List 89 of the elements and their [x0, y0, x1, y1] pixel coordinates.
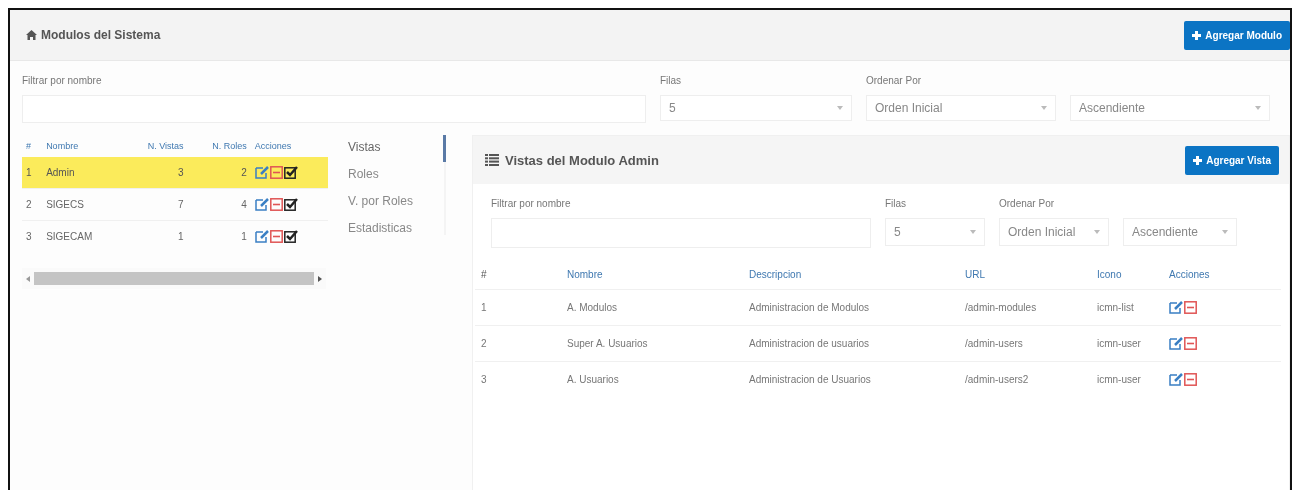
- remove-icon: [269, 198, 283, 211]
- table-cell: A. Modulos: [527, 289, 743, 326]
- table-cell: icmn-list: [1091, 289, 1163, 326]
- plus-icon: [1192, 30, 1202, 40]
- table-cell: SIGECAM: [42, 220, 123, 252]
- select-field[interactable]: 5: [660, 95, 852, 121]
- tab[interactable]: V. por Roles: [344, 189, 446, 216]
- column-header: Nombre: [527, 260, 743, 290]
- table-cell: icmn-user: [1091, 361, 1163, 397]
- column-header: URL: [925, 260, 1091, 290]
- add-button[interactable]: Agregar Vista: [1185, 145, 1279, 175]
- remove-icon: [269, 166, 283, 179]
- caret-icon: [1041, 106, 1047, 110]
- table-cell: Administracion de Modulos: [743, 289, 925, 326]
- table-cell: 3: [122, 157, 188, 189]
- select-field[interactable]: 5: [885, 218, 985, 246]
- select-field[interactable]: Orden Inicial: [866, 95, 1056, 121]
- tab[interactable]: Roles: [344, 162, 446, 189]
- table-cell: 2: [475, 325, 527, 362]
- table-cell: 2: [22, 188, 43, 221]
- field-label: Filas: [660, 75, 683, 87]
- field-label: Filtrar por nombre: [491, 198, 572, 210]
- table-cell: SIGECS: [42, 188, 123, 221]
- remove-icon: [1184, 337, 1197, 350]
- table-cell: 1: [122, 220, 188, 252]
- tab[interactable]: Vistas: [344, 135, 446, 162]
- select-field[interactable]: Ascendiente: [1123, 218, 1237, 246]
- table-cell: 3: [475, 361, 527, 397]
- column-header: Icono: [1091, 260, 1163, 290]
- remove-icon: [269, 230, 283, 243]
- table-cell: icmn-user: [1091, 325, 1163, 362]
- table-cell: 3: [22, 220, 43, 252]
- edit-icon: [254, 166, 269, 179]
- right-arrow-icon: [318, 275, 322, 282]
- table-cell: /admin-users2: [925, 361, 1091, 397]
- panel-title: Modulos del Sistema: [41, 28, 161, 42]
- edit-icon: [1169, 373, 1183, 386]
- table-row[interactable]: 3 SIGECAM 1 1: [22, 220, 328, 252]
- edit-icon: [254, 230, 269, 243]
- table-cell: /admin-users: [925, 325, 1091, 362]
- home-icon: [26, 30, 37, 40]
- panel-title: Vistas del Modulo Admin: [505, 152, 659, 168]
- scrollbar-thumb[interactable]: [34, 272, 314, 285]
- field-label: Ordenar Por: [866, 75, 923, 87]
- table-row[interactable]: 2 SIGECS 7 4: [22, 188, 328, 221]
- table-cell: 4: [187, 188, 251, 221]
- left-arrow-icon: [26, 275, 30, 282]
- caret-icon: [1094, 230, 1100, 234]
- table-cell: 1: [22, 157, 43, 189]
- edit-icon: [1169, 337, 1183, 350]
- table-cell: Administracion de usuarios: [743, 325, 925, 362]
- table-row[interactable]: 1 Admin 3 2: [22, 157, 328, 189]
- tab[interactable]: Estadisticas: [344, 216, 446, 243]
- remove-icon: [1184, 373, 1197, 386]
- remove-icon: [1184, 301, 1197, 314]
- column-header: N. Roles: [187, 135, 251, 157]
- field-label: Ordenar Por: [999, 198, 1056, 210]
- table-cell: 1: [187, 220, 251, 252]
- caret-icon: [837, 106, 843, 110]
- column-header: #: [22, 135, 43, 157]
- column-header: Nombre: [42, 135, 123, 157]
- table-cell: 1: [475, 289, 527, 326]
- table-cell: 2: [187, 157, 251, 189]
- caret-icon: [970, 230, 976, 234]
- column-header: Acciones: [250, 135, 328, 157]
- table-cell: /admin-modules: [925, 289, 1091, 326]
- edit-icon: [1169, 301, 1183, 314]
- field-label: Filtrar por nombre: [22, 75, 103, 87]
- table-cell: 7: [122, 188, 188, 221]
- plus-icon: [1193, 155, 1203, 165]
- column-header: N. Vistas: [122, 135, 188, 157]
- edit-icon: [254, 198, 269, 211]
- caret-icon: [1222, 230, 1228, 234]
- list-icon: [485, 154, 499, 166]
- column-header: Descripcion: [743, 260, 925, 290]
- checkbox-icon: [283, 198, 298, 211]
- select-field[interactable]: Ascendiente: [1070, 95, 1270, 121]
- column-header: #: [475, 260, 527, 290]
- column-header: Acciones: [1163, 260, 1281, 290]
- table-cell: Administracion de Usuarios: [743, 361, 925, 397]
- add-button[interactable]: Agregar Modulo: [1184, 20, 1290, 50]
- table-cell: A. Usuarios: [527, 361, 743, 397]
- table-cell: Super A. Usuarios: [527, 325, 743, 362]
- checkbox-icon: [283, 230, 298, 243]
- field-label: Filas: [885, 198, 908, 210]
- table-cell: Admin: [42, 157, 123, 189]
- caret-icon: [1255, 106, 1261, 110]
- checkbox-icon: [283, 166, 298, 179]
- select-field[interactable]: Orden Inicial: [999, 218, 1109, 246]
